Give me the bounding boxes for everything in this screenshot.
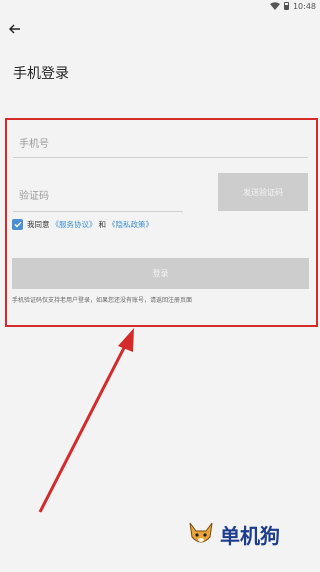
watermark-text: 单机狗 bbox=[220, 523, 280, 548]
annotation-arrow bbox=[38, 328, 134, 513]
watermark: 单机狗 bbox=[186, 518, 280, 550]
dog-logo-icon bbox=[189, 522, 213, 543]
